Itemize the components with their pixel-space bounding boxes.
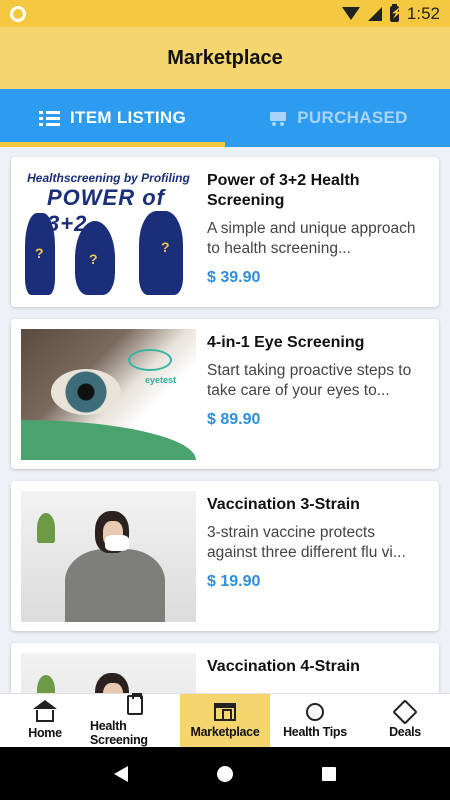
item-details: 4-in-1 Eye Screening Start taking proact… xyxy=(196,329,418,459)
item-image xyxy=(21,491,196,622)
back-icon[interactable] xyxy=(114,765,129,782)
tag-icon xyxy=(392,698,418,725)
home-circle-icon[interactable] xyxy=(216,765,233,782)
signal-icon xyxy=(367,6,382,21)
cart-icon xyxy=(267,110,287,126)
battery-icon: ⚡ xyxy=(389,3,403,22)
tab-bar: ITEM LISTING PURCHASED xyxy=(0,89,450,147)
nav-label: Marketplace xyxy=(190,724,260,739)
nav-deals[interactable]: Deals xyxy=(360,694,450,747)
nav-label: Deals xyxy=(389,724,421,739)
notification-icon xyxy=(10,5,26,22)
list-item[interactable]: Vaccination 3-Strain 3-strain vaccine pr… xyxy=(11,481,439,631)
nav-marketplace[interactable]: Marketplace xyxy=(180,694,270,747)
bottom-nav: Home Health Screening Marketplace Health… xyxy=(0,692,450,747)
home-icon xyxy=(33,699,57,722)
status-left xyxy=(10,5,26,22)
app-bar: Marketplace xyxy=(0,27,450,89)
nav-health-screening[interactable]: Health Screening xyxy=(90,692,180,747)
apple-icon xyxy=(306,702,324,721)
status-bar: ⚡ 1:52 xyxy=(0,0,450,27)
list-item[interactable]: Vaccination 4-Strain xyxy=(11,643,439,693)
tab-label: ITEM LISTING xyxy=(70,108,186,127)
shop-icon xyxy=(214,702,236,721)
item-description: Start taking proactive steps to take car… xyxy=(207,362,412,399)
item-title: Vaccination 3-Strain xyxy=(207,496,360,513)
item-price: $ 19.90 xyxy=(207,573,261,590)
list-item[interactable]: Healthscreening by Profiling POWER of 3+… xyxy=(11,157,439,307)
system-nav-bar xyxy=(0,747,450,800)
item-image: eyetest xyxy=(21,329,196,460)
nav-label: Home xyxy=(28,725,62,740)
wifi-icon xyxy=(341,7,360,20)
clipboard-icon xyxy=(127,692,143,715)
list-icon xyxy=(39,110,60,126)
nav-label: Health Screening xyxy=(90,718,148,747)
item-title: 4-in-1 Eye Screening xyxy=(207,334,365,351)
image-caption: Healthscreening by Profiling xyxy=(27,171,190,185)
nav-label: Health Tips xyxy=(283,724,347,739)
list-item[interactable]: eyetest 4-in-1 Eye Screening Start takin… xyxy=(11,319,439,469)
item-list[interactable]: Healthscreening by Profiling POWER of 3+… xyxy=(0,147,450,693)
eyetest-logo-icon xyxy=(128,349,172,371)
item-image: Healthscreening by Profiling POWER of 3+… xyxy=(21,167,196,298)
nav-home[interactable]: Home xyxy=(0,694,90,747)
item-image xyxy=(21,653,196,693)
tab-label: PURCHASED xyxy=(297,108,408,127)
image-logo-text: eyetest xyxy=(144,375,176,385)
item-description: A simple and unique approach to health s… xyxy=(207,220,416,257)
item-price: $ 39.90 xyxy=(207,269,261,286)
page-title: Marketplace xyxy=(167,46,283,69)
nav-health-tips[interactable]: Health Tips xyxy=(270,694,360,747)
item-title: Power of 3+2 Health Screening xyxy=(207,172,360,209)
item-description: 3-strain vaccine protects against three … xyxy=(207,524,406,561)
status-right: ⚡ 1:52 xyxy=(341,3,440,24)
item-price: $ 89.90 xyxy=(207,411,261,428)
item-details: Vaccination 4-Strain xyxy=(196,653,418,693)
item-title: Vaccination 4-Strain xyxy=(207,658,360,675)
item-details: Power of 3+2 Health Screening A simple a… xyxy=(196,167,418,297)
clock: 1:52 xyxy=(406,3,440,23)
recents-icon[interactable] xyxy=(321,766,336,781)
item-details: Vaccination 3-Strain 3-strain vaccine pr… xyxy=(196,491,418,621)
tab-purchased[interactable]: PURCHASED xyxy=(225,89,450,147)
tab-item-listing[interactable]: ITEM LISTING xyxy=(0,89,225,147)
